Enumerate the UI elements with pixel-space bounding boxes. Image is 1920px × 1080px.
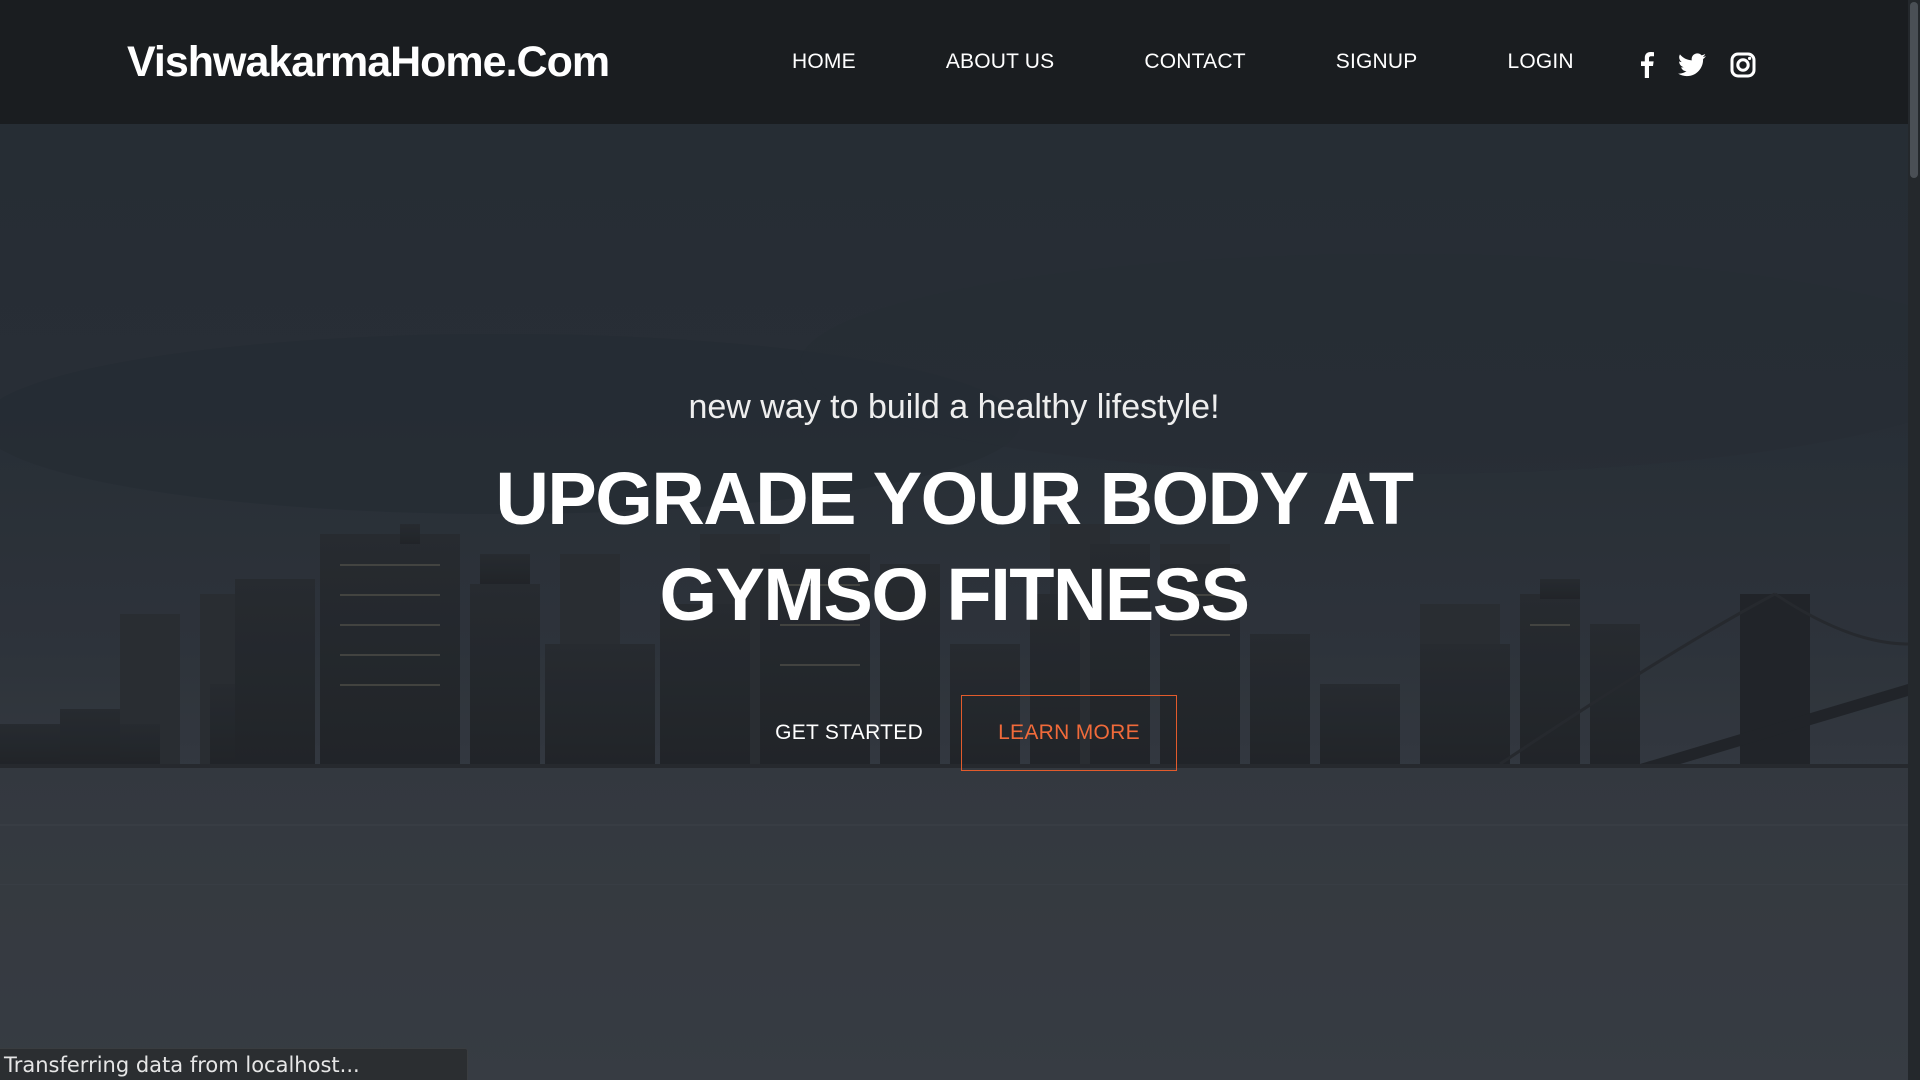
- hero-headline: UPGRADE YOUR BODY AT GYMSO FITNESS: [0, 451, 1908, 643]
- nav-menu: HOME ABOUT US CONTACT SIGNUP LOGIN: [760, 50, 1574, 74]
- nav-item-about-us[interactable]: ABOUT US: [946, 50, 1055, 73]
- hero-cta-group: GET STARTED LEARN MORE: [0, 695, 1908, 771]
- facebook-icon[interactable]: [1640, 52, 1654, 78]
- navbar: VishwakarmaHome.Com HOME ABOUT US CONTAC…: [0, 0, 1908, 124]
- hero-headline-line1: UPGRADE YOUR BODY AT: [495, 457, 1414, 540]
- social-links: [1640, 52, 1756, 78]
- nav-item-contact[interactable]: CONTACT: [1144, 50, 1245, 73]
- twitter-icon[interactable]: [1678, 53, 1706, 77]
- nav-item-login[interactable]: LOGIN: [1507, 50, 1573, 73]
- hero-subtitle: new way to build a healthy lifestyle!: [688, 388, 1220, 426]
- instagram-icon[interactable]: [1730, 52, 1756, 78]
- learn-more-button[interactable]: LEARN MORE: [961, 695, 1177, 771]
- browser-status-bar: Transferring data from localhost...: [0, 1048, 468, 1080]
- page-scrollbar[interactable]: [1908, 0, 1920, 1080]
- hero-content: new way to build a healthy lifestyle! UP…: [0, 388, 1908, 771]
- nav-item-signup[interactable]: SIGNUP: [1336, 50, 1418, 73]
- get-started-button[interactable]: GET STARTED: [737, 695, 961, 771]
- nav-item-home[interactable]: HOME: [792, 50, 856, 73]
- brand-logo[interactable]: VishwakarmaHome.Com: [127, 38, 610, 87]
- page: VishwakarmaHome.Com HOME ABOUT US CONTAC…: [0, 0, 1920, 1080]
- scrollbar-thumb[interactable]: [1910, 2, 1918, 178]
- hero-headline-line2: GYMSO FITNESS: [659, 553, 1250, 636]
- hero-section: new way to build a healthy lifestyle! UP…: [0, 124, 1908, 1080]
